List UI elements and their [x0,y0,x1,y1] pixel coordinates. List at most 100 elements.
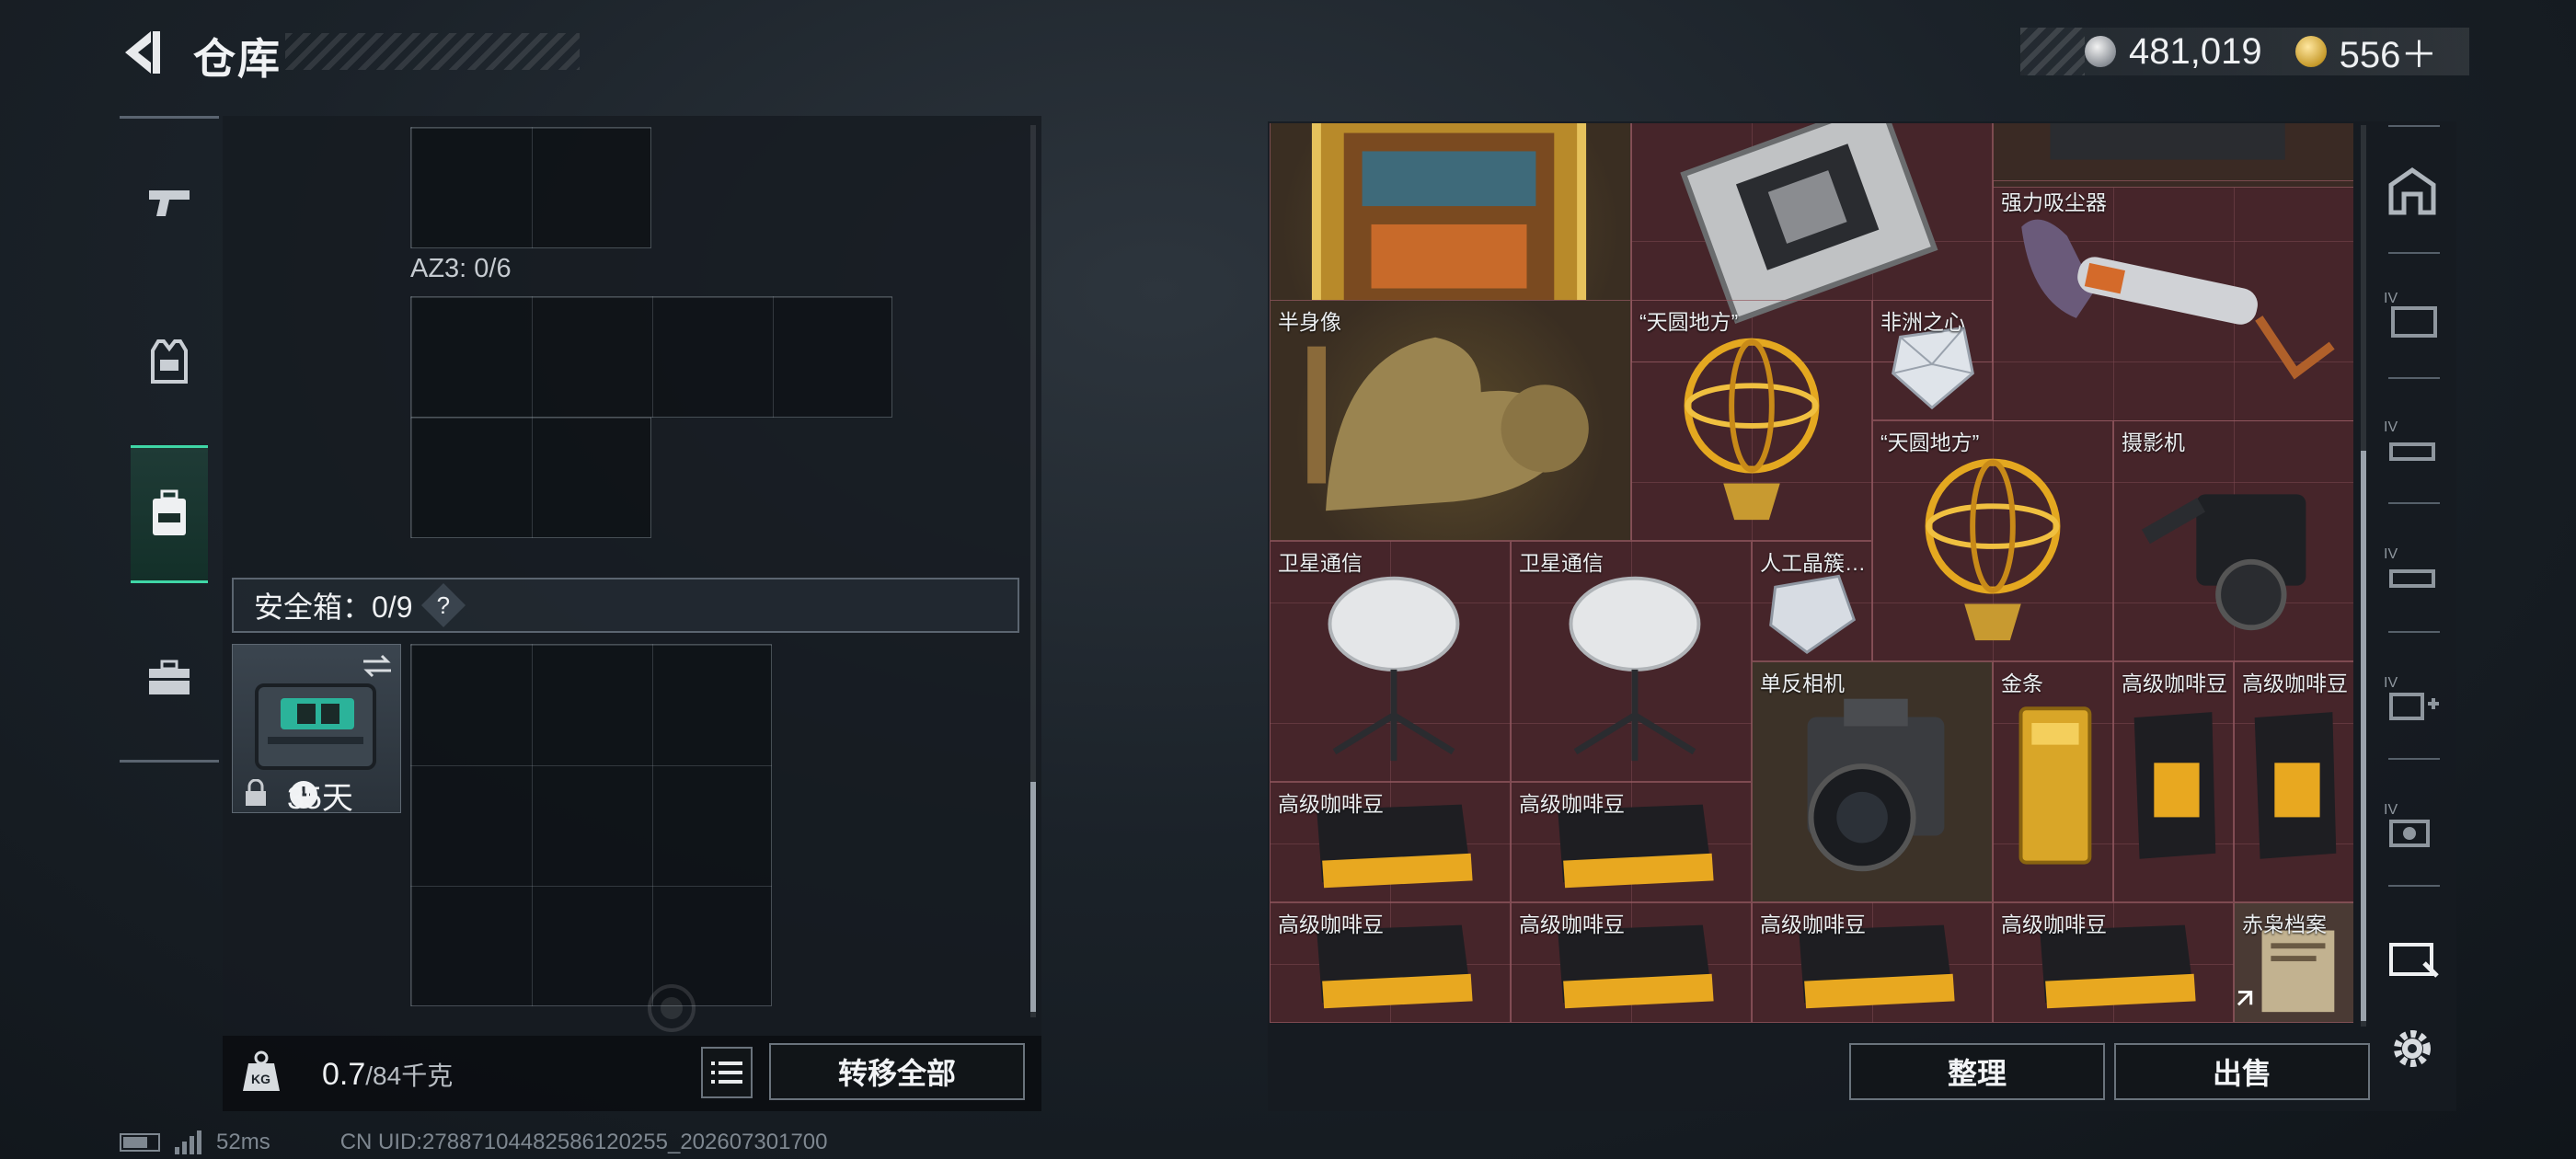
stash-item-satellite-1[interactable]: 卫星通信 [1270,541,1511,782]
filter-stash-tab-5[interactable]: IV [2379,793,2445,859]
stash-scrollbar-thumb[interactable] [2361,451,2366,1021]
pistol-icon [149,190,190,216]
stash-item-coffee-pack-6[interactable]: 高级咖啡豆 [1993,902,2234,1023]
stash-item-diamond[interactable]: 非洲之心 [1872,300,1993,420]
stash-item-top-cut[interactable] [1993,123,2353,188]
armillary-sphere-icon [1925,458,2061,641]
filter-separator [2388,125,2440,127]
currency-decoration [2020,28,2085,75]
stash-item-film-camera[interactable]: 摄影机 [2113,420,2353,661]
currency-bar: 481,019 556＋ [2020,28,2469,75]
weight-value: 0.7/84千克 [322,1056,453,1093]
stash-item-satellite-2[interactable]: 卫星通信 [1511,541,1752,782]
svg-text:KG: KG [251,1072,270,1086]
coffee-bag-icon [2254,712,2337,859]
svg-text:IV: IV [2384,546,2398,562]
weight-capacity: /84千克 [365,1061,454,1090]
az3-grid-row-1[interactable] [410,296,892,418]
container-grid-top[interactable] [410,127,651,248]
status-line: 52ms CN UID:2788710448258612025​5_202607… [120,1130,828,1155]
stash-item-coffee-pack-5[interactable]: 高级咖啡豆 [1752,902,1993,1023]
stash-tab-1-icon: IV [2384,291,2437,338]
stash-item-gold-bar[interactable]: 金条 [1993,661,2113,902]
settings-gear-icon [2394,1030,2431,1067]
film-camera-icon [2141,494,2306,631]
stash-item-armillary-1[interactable]: “天圆地方” [1631,300,1872,541]
battery-icon [120,1133,160,1152]
organize-button[interactable]: 整理 [1849,1043,2105,1100]
filter-separator [2388,758,2440,760]
back-arrow-icon [125,31,160,74]
backpack-icon [153,489,186,535]
help-icon[interactable]: ? [420,582,466,628]
sell-button[interactable]: 出售 [2114,1043,2370,1100]
gold-coin-value[interactable]: 556＋ [2340,25,2438,78]
silver-coin-icon [2085,36,2116,67]
filter-stash-tab-3[interactable]: IV [2379,537,2445,603]
stash-item-coffee-pack-2[interactable]: 高级咖啡豆 [1511,782,1752,902]
filter-separator [2388,252,2440,254]
stash-tab-6-icon [2389,943,2439,978]
stash-item-coffee-bag-2[interactable]: 高级咖啡豆 [2234,661,2353,902]
user-uid: CN UID:2788710448258612025​5_20260730170… [339,1130,828,1154]
page-title: 仓库 [193,35,282,83]
filter-stash-tab-1[interactable]: IV [2379,281,2445,348]
safe-box-header: 安全箱：0/9 ? [232,578,1019,633]
dslr-camera-icon [1807,698,1945,872]
joystick-ghost-icon [648,984,696,1032]
category-strip-top-line [120,116,219,119]
back-button[interactable] [118,28,164,77]
svg-text:IV: IV [2384,291,2398,306]
stash-item-crystal[interactable]: 人工晶簇… [1752,541,1872,661]
stash-item-armillary-2[interactable]: “天圆地方” [1872,420,2113,661]
svg-text:IV: IV [2384,419,2398,435]
safe-box-label: 安全箱：0/9 [254,591,413,624]
safe-box-grid[interactable] [410,644,772,1006]
filter-stash-tab-2[interactable]: IV [2379,410,2445,476]
transfer-all-button[interactable]: 转移全部 [769,1043,1025,1100]
stash-item-coffee-pack-4[interactable]: 高级咖啡豆 [1511,902,1752,1023]
stash-item-dslr[interactable]: 单反相机 [1752,661,1993,902]
az3-grid-row-2[interactable] [410,417,651,538]
lock-icon [246,779,266,806]
category-case[interactable] [131,609,208,747]
stash-grid[interactable]: 强力吸尘器 半身像 “天圆地方” 非洲之心 “天圆地方” 摄影机 卫星通信 卫星… [1270,123,2353,1023]
stash-item-coffee-bag-1[interactable]: 高级咖啡豆 [2113,661,2234,902]
filter-separator [2388,502,2440,504]
filter-stash-home[interactable] [2379,158,2445,224]
title-decoration [285,33,580,70]
satellite-dish-icon [1328,576,1460,762]
stash-item-dossier[interactable]: 赤枭档案 [2234,902,2353,1023]
stash-tab-4-icon: IV [2384,675,2439,720]
ping-value: 52ms [216,1130,270,1154]
stash-item-vacuum[interactable]: 强力吸尘器 [1993,180,2353,421]
svg-text:IV: IV [2384,802,2398,818]
category-armor[interactable] [131,293,208,430]
stash-home-icon [2388,166,2436,215]
list-view-button[interactable] [701,1047,753,1098]
stash-item-bust[interactable]: 半身像 [1270,300,1631,541]
filter-stash-tab-6[interactable] [2379,924,2445,990]
filter-separator [2388,885,2440,887]
category-strip-bottom-line [120,760,219,763]
loadout-scrollbar-thumb[interactable] [1030,782,1036,1012]
category-weapons[interactable] [131,134,208,272]
stash-tab-2-icon: IV [2384,419,2435,461]
stash-item-coffee-pack-1[interactable]: 高级咖啡豆 [1270,782,1511,902]
stash-tab-3-icon: IV [2384,546,2435,588]
stash-item-coffee-pack-3[interactable]: 高级咖啡豆 [1270,902,1511,1023]
settings-button[interactable] [2379,1016,2445,1082]
satellite-dish-icon [1569,576,1701,762]
machine-part-icon [2050,123,2285,160]
stash-tab-5-icon: IV [2384,802,2430,847]
list-icon [711,1061,742,1084]
swap-icon[interactable] [360,652,395,680]
az3-capacity-label: AZ3: 0/6 [410,254,512,283]
bronze-bust-icon [1307,337,1589,511]
filter-stash-tab-4[interactable]: IV [2379,666,2445,732]
armor-vest-icon [151,339,188,384]
armillary-sphere-icon [1684,338,1820,521]
filter-separator [2388,631,2440,633]
category-backpack[interactable] [131,445,208,583]
svg-text:IV: IV [2384,675,2398,691]
